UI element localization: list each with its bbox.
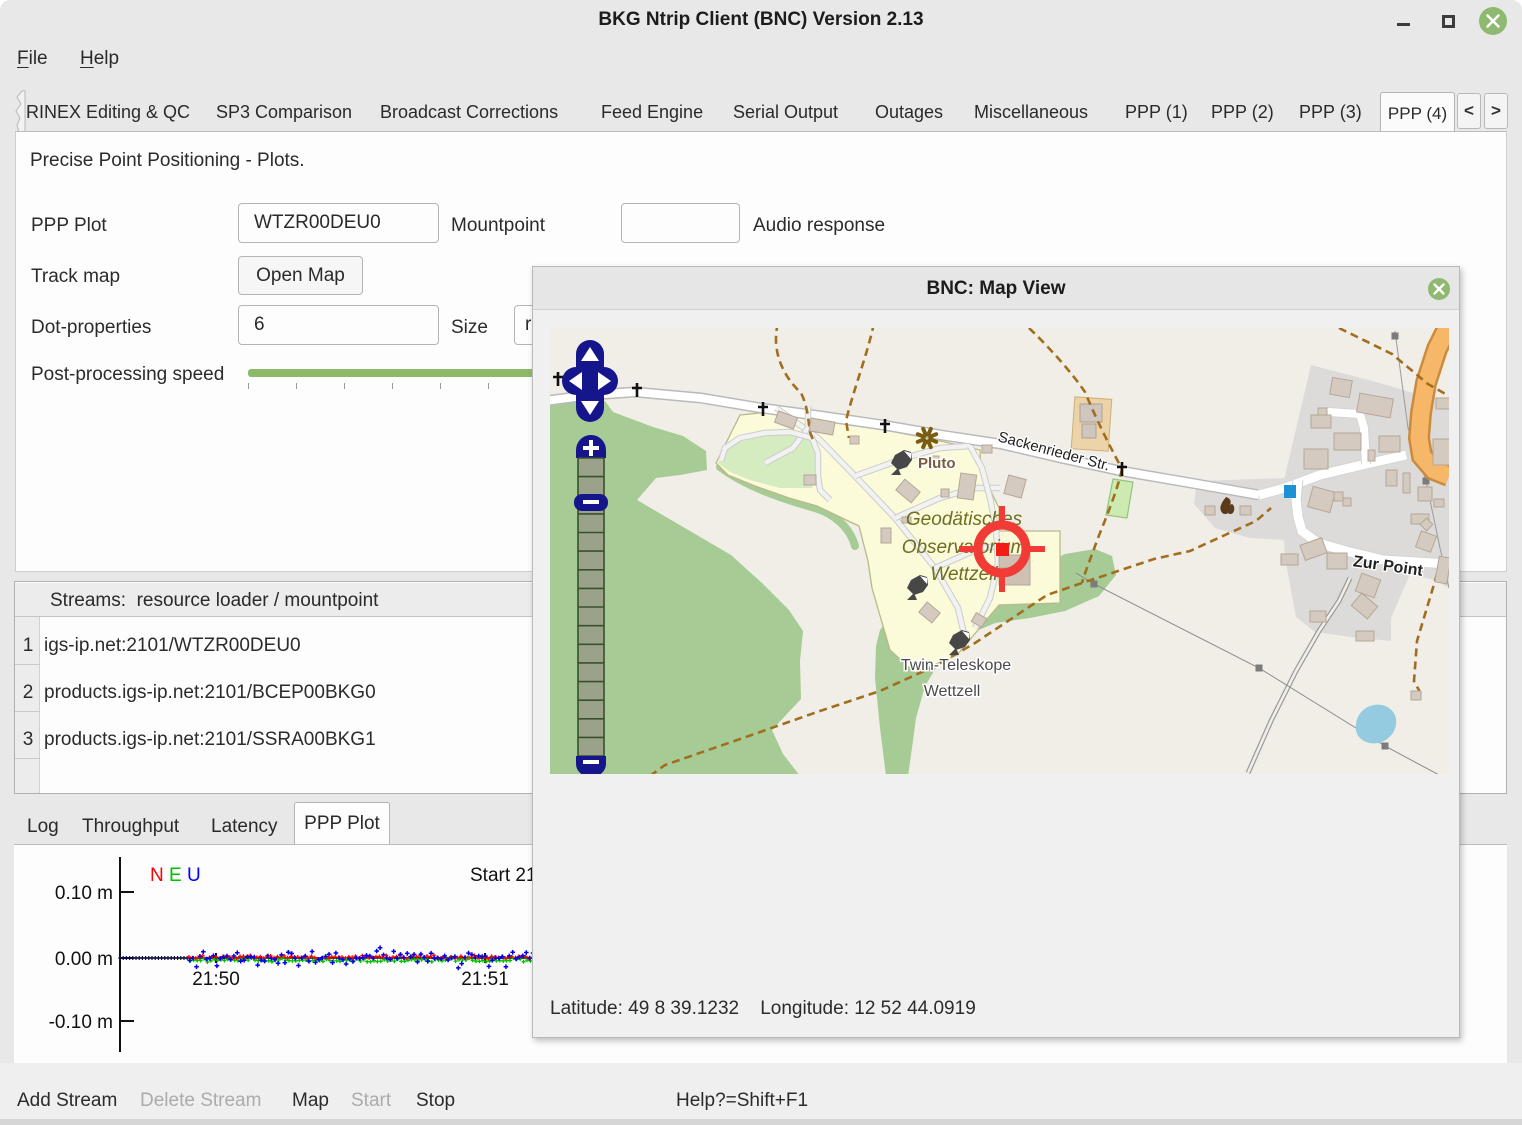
svg-text:0.10 m: 0.10 m [55, 883, 113, 904]
svg-text:Pluto: Pluto [918, 455, 956, 472]
svg-text:21:51: 21:51 [461, 969, 509, 990]
svg-text:Wettzell: Wettzell [924, 683, 981, 700]
svg-text:-0.10 m: -0.10 m [49, 1012, 113, 1033]
svg-text:Twin-Teleskope: Twin-Teleskope [901, 657, 1011, 674]
svg-text:0.00 m: 0.00 m [55, 949, 113, 970]
svg-text:Start 21: Start 21 [470, 865, 537, 886]
svg-text:N E U: N E U [150, 865, 201, 886]
svg-text:21:50: 21:50 [192, 969, 240, 990]
